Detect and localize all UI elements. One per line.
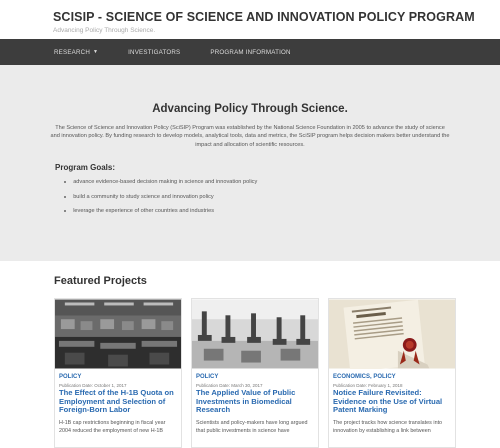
nav-item-research[interactable]: RESEARCH ▼ [54,49,98,56]
hero-description: The Science of Science and Innovation Po… [50,125,450,148]
card-title[interactable]: The Effect of the H-1B Quota on Employme… [59,388,177,415]
nav-item-label: RESEARCH [54,48,90,56]
nav-item-label: INVESTIGATORS [128,48,181,56]
office-photo[interactable] [55,299,181,369]
caret-down-icon: ▼ [92,49,99,55]
goal-text: build a community to study science and i… [73,193,214,200]
featured-projects-section: Featured Projects POLICY Publication Dat… [0,261,500,448]
site-title[interactable]: SCISIP - SCIENCE OF SCIENCE AND INNOVATI… [53,10,500,24]
bullet-icon [64,181,67,184]
project-cards: POLICY Publication Date: October 1, 2017… [54,298,500,448]
nav-item-program-information[interactable]: PROGRAM INFORMATION [210,49,290,56]
goals-title: Program Goals: [55,163,116,173]
featured-title: Featured Projects [54,275,147,287]
main-navbar: RESEARCH ▼ INVESTIGATORS PROGRAM INFORMA… [0,39,500,65]
hero-heading: Advancing Policy Through Science. [152,103,348,115]
card-excerpt: Scientists and policy-makers have long a… [196,419,308,434]
microscopes-photo[interactable] [192,299,318,369]
hero-section: Advancing Policy Through Science. The Sc… [0,65,500,261]
bullet-icon [64,210,67,213]
goals-list: advance evidence-based decision making i… [55,179,500,214]
project-card[interactable]: POLICY Publication Date: March 30, 2017 … [191,298,319,448]
card-title[interactable]: Notice Failure Revisited: Evidence on th… [333,388,451,415]
goal-text: advance evidence-based decision making i… [73,179,258,186]
card-category[interactable]: POLICY [196,374,314,380]
goal-item: leverage the experience of other countri… [55,208,500,214]
card-title[interactable]: The Applied Value of Public Investments … [196,388,314,415]
goal-item: advance evidence-based decision making i… [55,179,500,185]
project-card[interactable]: ECONOMICS, POLICY Publication Date: Febr… [328,298,456,448]
card-body: ECONOMICS, POLICY Publication Date: Febr… [329,369,455,435]
bullet-icon [64,195,67,198]
nav-item-label: PROGRAM INFORMATION [210,48,291,56]
card-category[interactable]: ECONOMICS, POLICY [333,374,451,380]
card-excerpt: The project tracks how science translate… [333,419,443,434]
card-body: POLICY Publication Date: March 30, 2017 … [192,369,318,435]
project-card[interactable]: POLICY Publication Date: October 1, 2017… [54,298,182,448]
goal-text: leverage the experience of other countri… [73,208,215,215]
card-category[interactable]: POLICY [59,374,177,380]
goal-item: build a community to study science and i… [55,194,500,200]
patent-document-photo[interactable] [329,299,455,369]
site-tagline: Advancing Policy Through Science. [53,27,156,34]
site-header: SCISIP - SCIENCE OF SCIENCE AND INNOVATI… [0,0,500,39]
card-body: POLICY Publication Date: October 1, 2017… [55,369,181,435]
nav-item-investigators[interactable]: INVESTIGATORS [128,49,180,56]
card-excerpt: H-1B cap restrictions beginning in fisca… [59,419,166,434]
program-goals: Program Goals: advance evidence-based de… [55,163,500,214]
